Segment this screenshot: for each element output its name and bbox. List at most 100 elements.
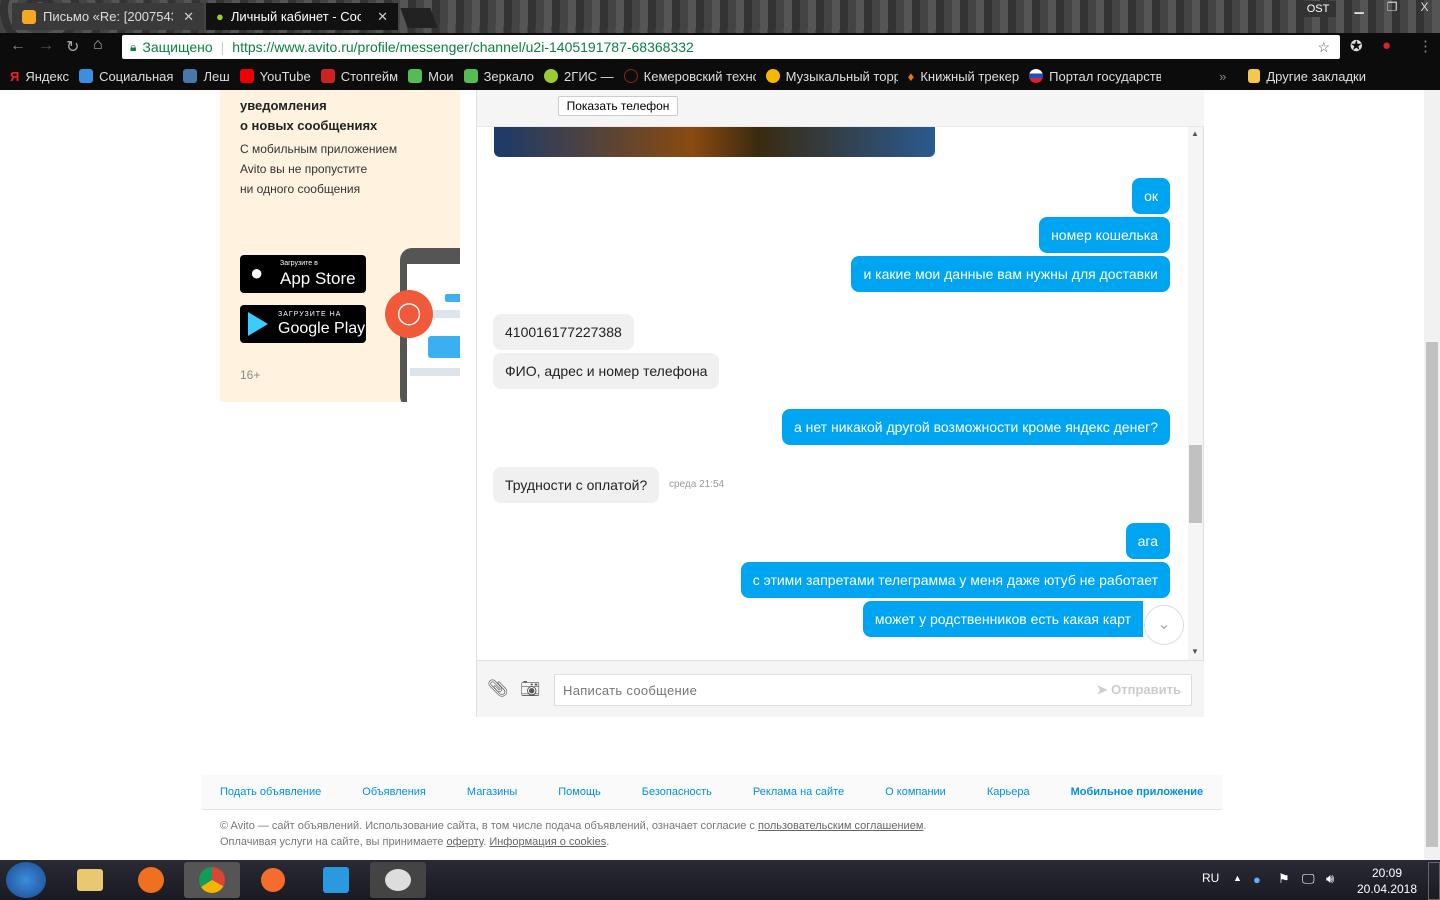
message-composer: 📎︎ 📷︎ Написать сообщение ➤ Отправить — [477, 660, 1204, 717]
start-button[interactable] — [6, 862, 46, 898]
tray-expand-icon[interactable]: ▲ — [1233, 873, 1242, 883]
page-scrollbar[interactable] — [1424, 90, 1440, 860]
bookmark-social[interactable]: Социальная — [79, 69, 173, 84]
forward-icon[interactable]: → — [38, 37, 54, 55]
page-scrollbar-thumb[interactable] — [1426, 342, 1438, 847]
taskbar-chrome[interactable] — [184, 862, 240, 898]
bookmark-music[interactable]: Музыкальный торре — [765, 69, 898, 84]
message-outgoing: а нет никакой другой возможности кроме я… — [781, 409, 1170, 445]
extension-e-icon[interactable]: ● — [1382, 37, 1391, 54]
taskbar-origin[interactable] — [245, 862, 301, 898]
scroll-up-icon[interactable]: ▲ — [1191, 129, 1199, 138]
offer-link[interactable]: оферту — [446, 836, 483, 848]
menu-icon[interactable]: ⋮ — [1418, 37, 1433, 55]
tab-avito[interactable]: ● Личный кабинет - Сооб ✕ — [206, 3, 398, 30]
messenger-panel: Показать телефон ▲ ▼ ок номер кошелька и… — [476, 90, 1204, 717]
message-input[interactable]: Написать сообщение ➤ Отправить — [554, 674, 1192, 706]
profile-badge[interactable]: OST — [1300, 1, 1336, 17]
promo-text: Avito вы не пропустите — [240, 162, 368, 176]
steam-icon[interactable]: ● — [1253, 872, 1261, 887]
scroll-to-bottom-button[interactable]: ⌄ — [1144, 605, 1184, 645]
language-indicator[interactable]: RU — [1202, 871, 1219, 885]
taskbar-firefox[interactable] — [123, 862, 179, 898]
footer-link[interactable]: Карьера — [987, 786, 1030, 798]
legal-text: Оплачивая услуги на сайте, вы принимаете… — [220, 836, 610, 848]
message-outgoing: ага — [1125, 523, 1170, 559]
clock[interactable]: 20:09 20.04.2018 — [1352, 865, 1422, 897]
listing-image[interactable] — [494, 127, 935, 157]
bookmark-moi[interactable]: Мои — [408, 69, 454, 84]
cookies-link[interactable]: Информация о cookies — [489, 836, 606, 848]
restore-icon[interactable]: ❐ — [1387, 0, 1398, 18]
bookmark-stopgame[interactable]: Стопгейм — [320, 69, 398, 84]
bookmark-lesh[interactable]: Леш — [183, 69, 230, 84]
lock-icon: 🔒︎ — [130, 39, 137, 54]
network-icon[interactable]: 🖵︎ — [1302, 871, 1315, 887]
smile-icon — [79, 69, 94, 83]
taskbar-paint[interactable] — [370, 862, 426, 898]
message-incoming: 410016177227388 — [493, 314, 634, 350]
more-bookmarks-icon[interactable]: » — [1219, 69, 1226, 84]
footer-link[interactable]: Мобильное приложение — [1071, 786, 1204, 798]
bookmark-mirror[interactable]: Зеркало — [463, 69, 534, 84]
footer-link[interactable]: Реклама на сайте — [753, 786, 844, 798]
message-timestamp: среда 21:54 — [669, 479, 725, 490]
tracker-icon — [463, 69, 478, 83]
show-desktop-button[interactable] — [1428, 862, 1440, 900]
bookmarks-bar: Я Яндекс Социальная Леш YouTube Стопгейм … — [0, 62, 1440, 90]
bookmark-youtube[interactable]: YouTube — [239, 69, 311, 84]
message-outgoing: с этими запретами телеграмма у меня даже… — [740, 562, 1170, 598]
yandex-icon: Я — [10, 68, 20, 84]
address-bar[interactable]: 🔒︎ Защищено | https://www.avito.ru/profi… — [122, 35, 1340, 59]
action-center-flag-icon[interactable]: ⚑ — [1278, 871, 1290, 887]
minimize-icon[interactable]: ▁ — [1354, 0, 1363, 18]
paperclip-icon[interactable]: 📎︎ — [487, 679, 509, 699]
tab-mail[interactable]: Письмо «Re: [20075433] ✕ — [12, 3, 204, 30]
google-play-icon — [248, 312, 268, 336]
close-window-icon[interactable]: X — [1420, 0, 1428, 18]
apple-icon: ● — [250, 260, 264, 285]
show-phone-button[interactable]: Показать телефон — [558, 96, 678, 116]
tracker-icon — [408, 69, 423, 83]
message-outgoing: номер кошелька — [1039, 217, 1170, 253]
bookmark-star-icon[interactable]: ☆ — [1317, 39, 1330, 56]
home-icon[interactable]: ⌂ — [93, 36, 103, 54]
close-tab-icon[interactable]: ✕ — [377, 9, 388, 25]
bookmark-2gis[interactable]: 2ГИС — — [544, 69, 614, 84]
message-outgoing: ок — [1132, 178, 1170, 214]
footer-link[interactable]: Подать объявление — [220, 786, 321, 798]
mobile-app-promo: уведомления о новых сообщениях С мобильн… — [220, 90, 460, 402]
mail-icon — [22, 9, 36, 24]
taskbar-uplay[interactable] — [308, 862, 364, 898]
bookmark-books[interactable]: ♦ Книжный трекер — [908, 69, 1019, 84]
footer-link[interactable]: О компании — [885, 786, 946, 798]
camera-icon[interactable]: 📷︎ — [520, 679, 540, 699]
bookmark-gosuslugi[interactable]: Портал государстве — [1029, 69, 1161, 84]
chat-scrollbar[interactable]: ▲ ▼ — [1188, 127, 1203, 660]
footer-link[interactable]: Помощь — [558, 786, 601, 798]
url-text: https://www.avito.ru/profile/messenger/c… — [232, 39, 694, 55]
bookmark-kemerovo[interactable]: Кемеровский техно — [623, 69, 756, 84]
other-bookmarks[interactable]: Другие закладки — [1248, 69, 1366, 84]
chat-bubble-icon: ◯ — [385, 290, 433, 338]
back-icon[interactable]: ← — [10, 37, 26, 55]
play-icon — [765, 69, 780, 83]
taskbar-explorer[interactable] — [62, 862, 118, 898]
footer-link[interactable]: Объявления — [362, 786, 426, 798]
app-store-button[interactable]: ● Загрузите в App Store — [240, 255, 366, 293]
bookmark-yandex[interactable]: Я Яндекс — [10, 69, 69, 84]
close-tab-icon[interactable]: ✕ — [183, 9, 194, 25]
vk-icon — [183, 69, 198, 83]
footer-link[interactable]: Безопасность — [642, 786, 712, 798]
google-play-button[interactable]: ЗАГРУЗИТЕ НА Google Play — [240, 305, 366, 343]
chat-header: Показать телефон — [477, 90, 1204, 127]
reload-icon[interactable]: ↻ — [66, 37, 79, 57]
send-button[interactable]: ➤ Отправить — [1097, 682, 1181, 698]
user-agreement-link[interactable]: пользовательским соглашением — [758, 820, 923, 832]
footer-link[interactable]: Магазины — [467, 786, 517, 798]
volume-icon[interactable]: 🔊︎ — [1326, 871, 1334, 887]
extension-icon[interactable]: ✪ — [1350, 37, 1363, 55]
chat-scrollbar-thumb[interactable] — [1189, 445, 1202, 523]
scroll-down-icon[interactable]: ▼ — [1191, 647, 1199, 656]
window-controls: ▁ ❐ X — [1343, 0, 1440, 18]
